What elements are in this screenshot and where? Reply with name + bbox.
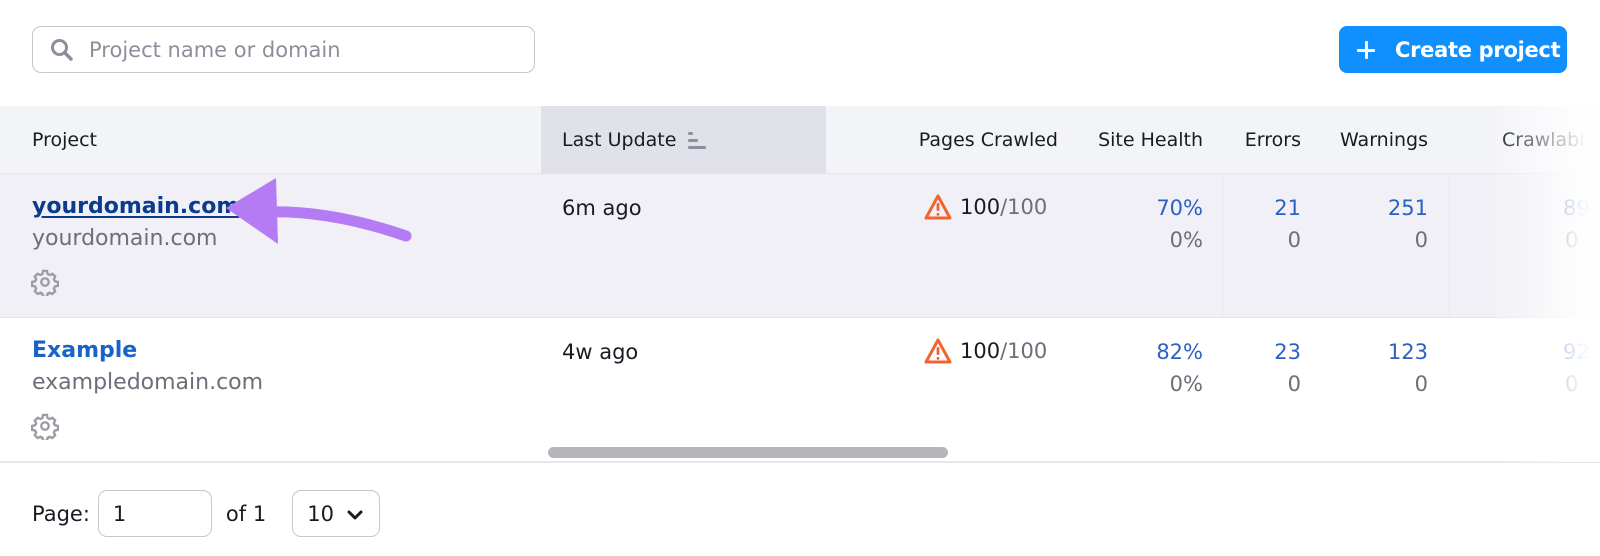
crawlability-value[interactable]: 92: [1563, 340, 1590, 364]
project-domain: exampledomain.com: [32, 370, 264, 395]
pages-crawled-value: 100: [960, 339, 1001, 363]
create-project-label: Create project: [1395, 37, 1561, 62]
create-project-button[interactable]: Create project: [1339, 26, 1567, 73]
site-health-change: 0%: [1169, 372, 1203, 396]
column-label: Warnings: [1339, 129, 1428, 151]
page-number-input[interactable]: [97, 490, 212, 537]
project-name-link[interactable]: Example: [32, 338, 137, 363]
projects-table: Project Last Update Pages Crawled Site H…: [0, 106, 1600, 462]
column-header-project[interactable]: Project: [32, 106, 97, 174]
pages-total-value: /100: [1000, 195, 1048, 219]
site-health-value[interactable]: 70%: [1156, 196, 1203, 220]
column-label: Crawlabi: [1502, 129, 1585, 151]
pages-crawled-value: 100: [960, 195, 1001, 219]
column-header-site-health[interactable]: Site Health: [1070, 106, 1203, 174]
pages-crawled[interactable]: 100/100: [924, 338, 1047, 364]
warnings-value[interactable]: 123: [1388, 340, 1428, 364]
last-update: 4w ago: [562, 340, 639, 364]
column-label: Pages Crawled: [918, 129, 1058, 151]
divider: [0, 462, 1600, 463]
warnings-change: 0: [1414, 372, 1428, 396]
column-label: Errors: [1244, 129, 1301, 151]
chevron-down-icon: [346, 505, 364, 523]
top-bar: Create project: [0, 0, 1600, 104]
pages-total-value: /100: [1000, 339, 1048, 363]
errors-change: 0: [1287, 228, 1301, 252]
warning-icon: [924, 338, 952, 364]
per-page-select[interactable]: 10: [292, 490, 381, 537]
gear-icon[interactable]: [30, 268, 60, 298]
search-icon: [47, 35, 77, 65]
table-row[interactable]: Example exampledomain.com 4w ago 100/100…: [0, 318, 1600, 462]
warnings-change: 0: [1414, 228, 1428, 252]
column-header-warnings[interactable]: Warnings: [1320, 106, 1428, 174]
search-input[interactable]: [89, 27, 534, 72]
column-label: Project: [32, 129, 98, 151]
errors-change: 0: [1287, 372, 1301, 396]
per-page-value: 10: [307, 501, 334, 526]
last-update: 6m ago: [562, 196, 642, 220]
table-header: Project Last Update Pages Crawled Site H…: [0, 106, 1600, 174]
column-label: Site Health: [1098, 129, 1203, 151]
search-box[interactable]: [32, 26, 535, 73]
plus-icon: [1355, 39, 1377, 61]
crawlability-change: 0: [1565, 228, 1579, 252]
site-health-change: 0%: [1169, 228, 1203, 252]
column-header-last-update[interactable]: Last Update: [541, 106, 826, 174]
horizontal-scrollbar[interactable]: [548, 447, 948, 458]
column-divider: [1222, 174, 1223, 317]
column-header-crawlability[interactable]: Crawlabi: [1502, 106, 1585, 174]
site-health-value[interactable]: 82%: [1156, 340, 1203, 364]
project-domain: yourdomain.com: [32, 226, 218, 251]
column-header-pages-crawled[interactable]: Pages Crawled: [860, 106, 1058, 174]
page-label: Page:: [32, 501, 90, 526]
warnings-value[interactable]: 251: [1388, 196, 1428, 220]
warning-icon: [924, 194, 952, 220]
gear-icon[interactable]: [30, 412, 60, 442]
crawlability-value[interactable]: 89: [1563, 196, 1590, 220]
pages-crawled[interactable]: 100/100: [924, 194, 1047, 220]
column-label: Last Update: [562, 129, 677, 151]
table-row[interactable]: yourdomain.com yourdomain.com 6m ago 100…: [0, 174, 1600, 318]
sort-icon[interactable]: [686, 130, 708, 150]
errors-value[interactable]: 21: [1274, 196, 1301, 220]
pagination: Page: of 1 10: [32, 490, 381, 537]
page-count-label: of 1: [225, 501, 267, 526]
crawlability-change: 0: [1565, 372, 1579, 396]
project-name-link[interactable]: yourdomain.com: [32, 194, 239, 219]
column-divider: [1449, 174, 1450, 317]
errors-value[interactable]: 23: [1274, 340, 1301, 364]
column-header-errors[interactable]: Errors: [1222, 106, 1301, 174]
